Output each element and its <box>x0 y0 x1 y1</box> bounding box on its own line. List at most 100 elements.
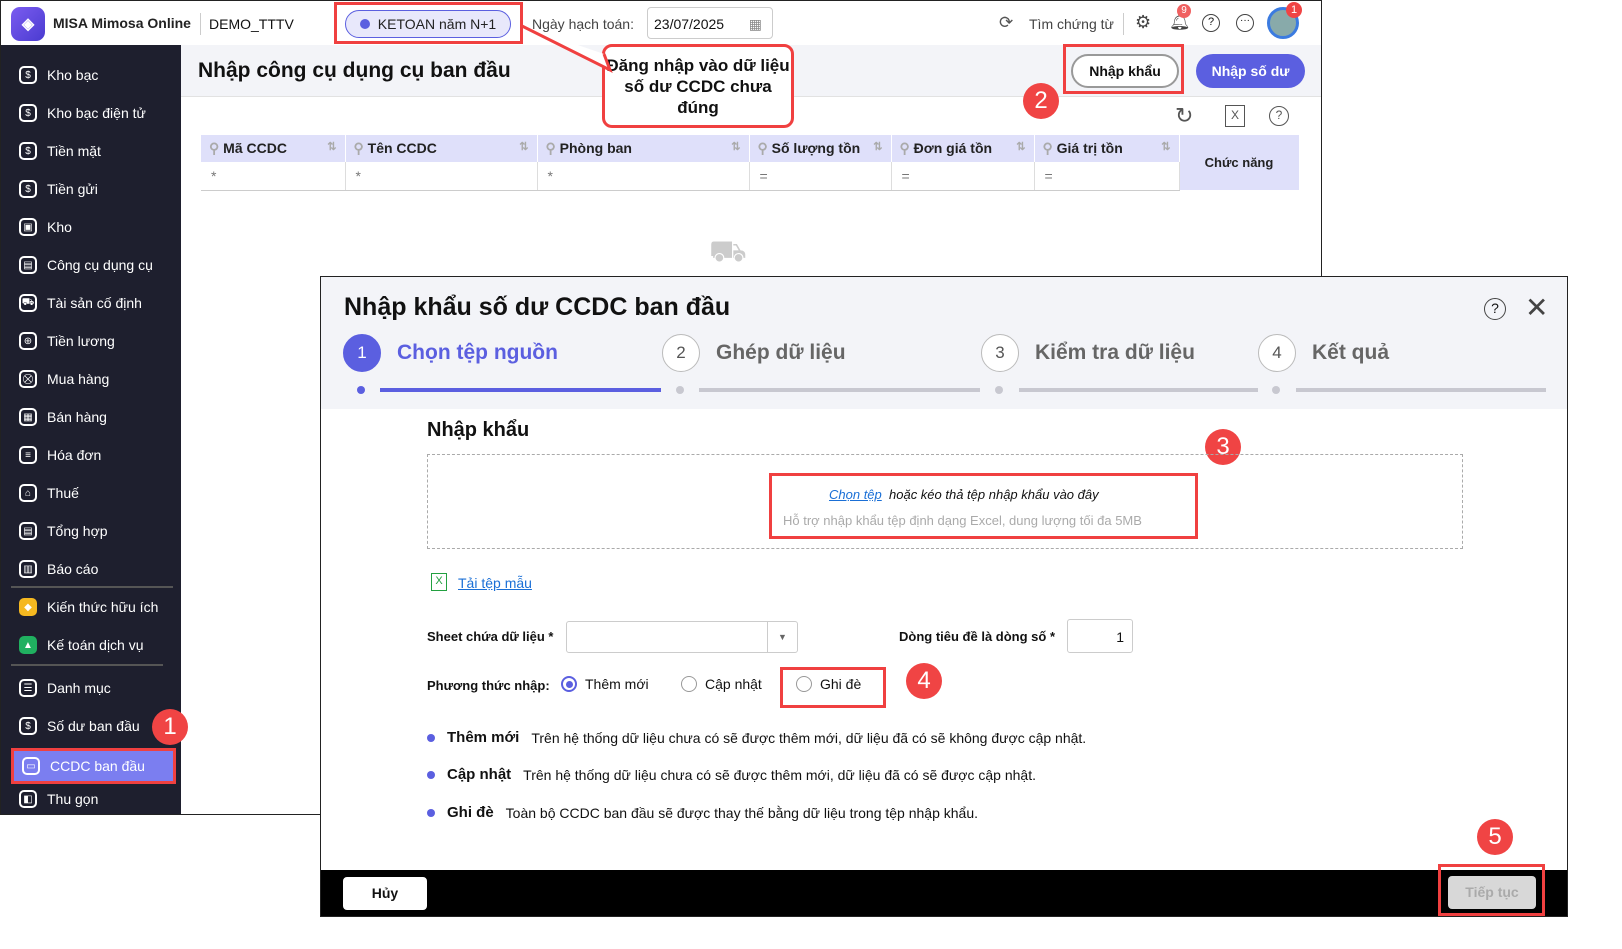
filter-operator[interactable]: * <box>211 168 216 184</box>
date-input[interactable]: 23/07/2025 ▦ <box>647 7 773 39</box>
step-marker-2: 2 <box>1023 83 1059 119</box>
pin-icon[interactable]: ⚲ <box>209 140 223 156</box>
pin-icon[interactable]: ⚲ <box>758 140 772 156</box>
excel-icon[interactable]: X <box>1225 105 1245 127</box>
filter-operator[interactable]: = <box>902 168 910 184</box>
sidebar-item[interactable]: ⊕ Tiền lương <box>11 325 176 357</box>
column-header[interactable]: ⚲ Phòng ban ⇅ <box>537 135 750 162</box>
chevron-down-icon[interactable]: ▼ <box>767 622 797 652</box>
search-documents[interactable]: Tìm chứng từ <box>1029 16 1114 32</box>
close-icon[interactable]: ✕ <box>1525 291 1548 324</box>
database-selector[interactable]: KETOAN năm N+1 <box>345 10 511 38</box>
sidebar-icon: ⊕ <box>19 332 37 350</box>
radio-button[interactable] <box>796 676 812 692</box>
sidebar-item-label: Số dư ban đầu <box>47 718 140 734</box>
filter-cell[interactable]: = <box>1034 162 1180 191</box>
radio-add-new[interactable]: Thêm mới <box>561 676 649 692</box>
sidebar-item[interactable]: $ Tiền gửi <box>11 173 176 205</box>
sidebar-item[interactable]: ▤ Công cụ dụng cụ <box>11 249 176 281</box>
sidebar-icon: ▦ <box>19 408 37 426</box>
help-icon[interactable]: ? <box>1484 298 1506 320</box>
sidebar-item[interactable]: $ Kho bạc <box>11 59 176 91</box>
description-term: Ghi đè <box>447 804 494 821</box>
import-button[interactable]: Nhập khẩu <box>1071 54 1179 88</box>
sidebar-icon: ⛟ <box>19 294 37 312</box>
continue-button[interactable]: Tiếp tục <box>1448 876 1536 909</box>
filter-cell[interactable]: * <box>345 162 538 191</box>
sidebar-item[interactable]: $ Tiền mặt <box>11 135 176 167</box>
drop-instruction: Chọn tệp hoặc kéo thả tệp nhập khẩu vào … <box>829 487 1099 502</box>
column-label: Chức năng <box>1204 155 1274 170</box>
drop-text: hoặc kéo thả tệp nhập khẩu vào đây <box>889 487 1099 502</box>
step-number: 3 <box>981 334 1019 372</box>
sidebar-item[interactable]: ⛒ Mua hàng <box>11 363 176 395</box>
enter-balance-button[interactable]: Nhập số dư <box>1196 54 1305 88</box>
collapse-icon: ◧ <box>19 790 37 808</box>
pin-icon[interactable]: ⚲ <box>900 140 914 156</box>
sidebar-item[interactable]: ◆ Kiến thức hữu ích <box>11 591 176 623</box>
sidebar-item[interactable]: ▦ Bán hàng <box>11 401 176 433</box>
filter-operator[interactable]: = <box>1045 168 1053 184</box>
sidebar-item-label: Mua hàng <box>47 371 110 387</box>
pin-icon[interactable]: ⚲ <box>1043 140 1057 156</box>
collapse-sidebar[interactable]: ◧ Thu gọn <box>11 783 176 814</box>
column-header[interactable]: ⚲ Đơn giá tồn ⇅ <box>891 135 1035 162</box>
sort-icon[interactable]: ⇅ <box>873 140 882 153</box>
sidebar-item[interactable]: ▭ CCDC ban đầu <box>11 748 176 784</box>
sort-icon[interactable]: ⇅ <box>731 140 740 153</box>
filter-operator[interactable]: * <box>548 168 553 184</box>
sidebar-item[interactable]: ☰ Danh mục <box>11 672 176 704</box>
sidebar-item[interactable]: ▲ Kế toán dịch vụ <box>11 629 176 661</box>
sort-icon[interactable]: ⇅ <box>519 140 528 153</box>
sidebar-item[interactable]: ▤ Tổng hợp <box>11 515 176 547</box>
sheet-select[interactable]: ▼ <box>566 621 798 653</box>
pin-icon[interactable]: ⚲ <box>354 140 368 156</box>
method-description: Ghi đè Toàn bộ CCDC ban đầu sẽ được thay … <box>427 804 978 821</box>
filter-cell[interactable]: = <box>891 162 1035 191</box>
column-label: Giá trị tồn <box>1056 140 1123 156</box>
refresh-icon[interactable]: ↻ <box>1175 103 1193 129</box>
help-icon[interactable]: ? <box>1269 106 1289 126</box>
gear-icon[interactable]: ⚙ <box>1135 12 1151 33</box>
filter-cell[interactable]: = <box>749 162 892 191</box>
header-row-input[interactable]: 1 <box>1067 619 1133 653</box>
sidebar-item[interactable]: ⛟ Tài sản cố định <box>11 287 176 319</box>
cancel-button[interactable]: Hủy <box>343 877 427 910</box>
sidebar-item[interactable]: ⌂ Thuế <box>11 477 176 509</box>
radio-overwrite[interactable]: Ghi đè <box>796 676 861 692</box>
sidebar-item[interactable]: ▣ Kho <box>11 211 176 243</box>
radio-label: Cập nhật <box>705 676 762 692</box>
radio-update[interactable]: Cập nhật <box>681 676 762 692</box>
sort-icon[interactable]: ⇅ <box>1016 140 1025 153</box>
column-header[interactable]: ⚲ Tên CCDC ⇅ <box>345 135 538 162</box>
search-icon[interactable]: ⟳ <box>999 13 1013 33</box>
column-header[interactable]: ⚲ Số lượng tồn ⇅ <box>749 135 892 162</box>
choose-file-link[interactable]: Chọn tệp <box>829 487 882 502</box>
sidebar-item[interactable]: ≡ Hóa đơn <box>11 439 176 471</box>
column-header[interactable]: ⚲ Giá trị tồn ⇅ <box>1034 135 1180 162</box>
sidebar-item[interactable]: ▥ Báo cáo <box>11 553 176 585</box>
sidebar-item[interactable]: $ Kho bạc điện tử <box>11 97 176 129</box>
filter-cell[interactable]: * <box>201 162 346 191</box>
column-header[interactable]: ⚲ Mã CCDC ⇅ <box>201 135 346 162</box>
pin-icon[interactable]: ⚲ <box>546 140 560 156</box>
filter-operator[interactable]: = <box>760 168 768 184</box>
sidebar-item-label: Kho bạc điện tử <box>47 105 146 121</box>
sidebar-item-label: CCDC ban đầu <box>50 758 145 774</box>
sidebar-icon: ▤ <box>19 256 37 274</box>
more-icon[interactable]: ··· <box>1236 14 1254 32</box>
radio-button[interactable] <box>681 676 697 692</box>
step-dot <box>676 386 684 394</box>
download-template-link[interactable]: Tải tệp mẫu <box>458 575 532 591</box>
help-icon[interactable]: ? <box>1202 14 1220 32</box>
callout-pointer <box>521 24 613 74</box>
sort-icon[interactable]: ⇅ <box>327 140 336 153</box>
filter-cell[interactable]: * <box>537 162 750 191</box>
sort-icon[interactable]: ⇅ <box>1161 140 1170 153</box>
step-number: 4 <box>1258 334 1296 372</box>
filter-operator[interactable]: * <box>356 168 361 184</box>
sidebar-item-label: Tiền mặt <box>47 143 101 159</box>
highlight-box <box>769 473 1198 539</box>
radio-button[interactable] <box>561 676 577 692</box>
column-header[interactable]: Chức năng <box>1179 135 1300 190</box>
